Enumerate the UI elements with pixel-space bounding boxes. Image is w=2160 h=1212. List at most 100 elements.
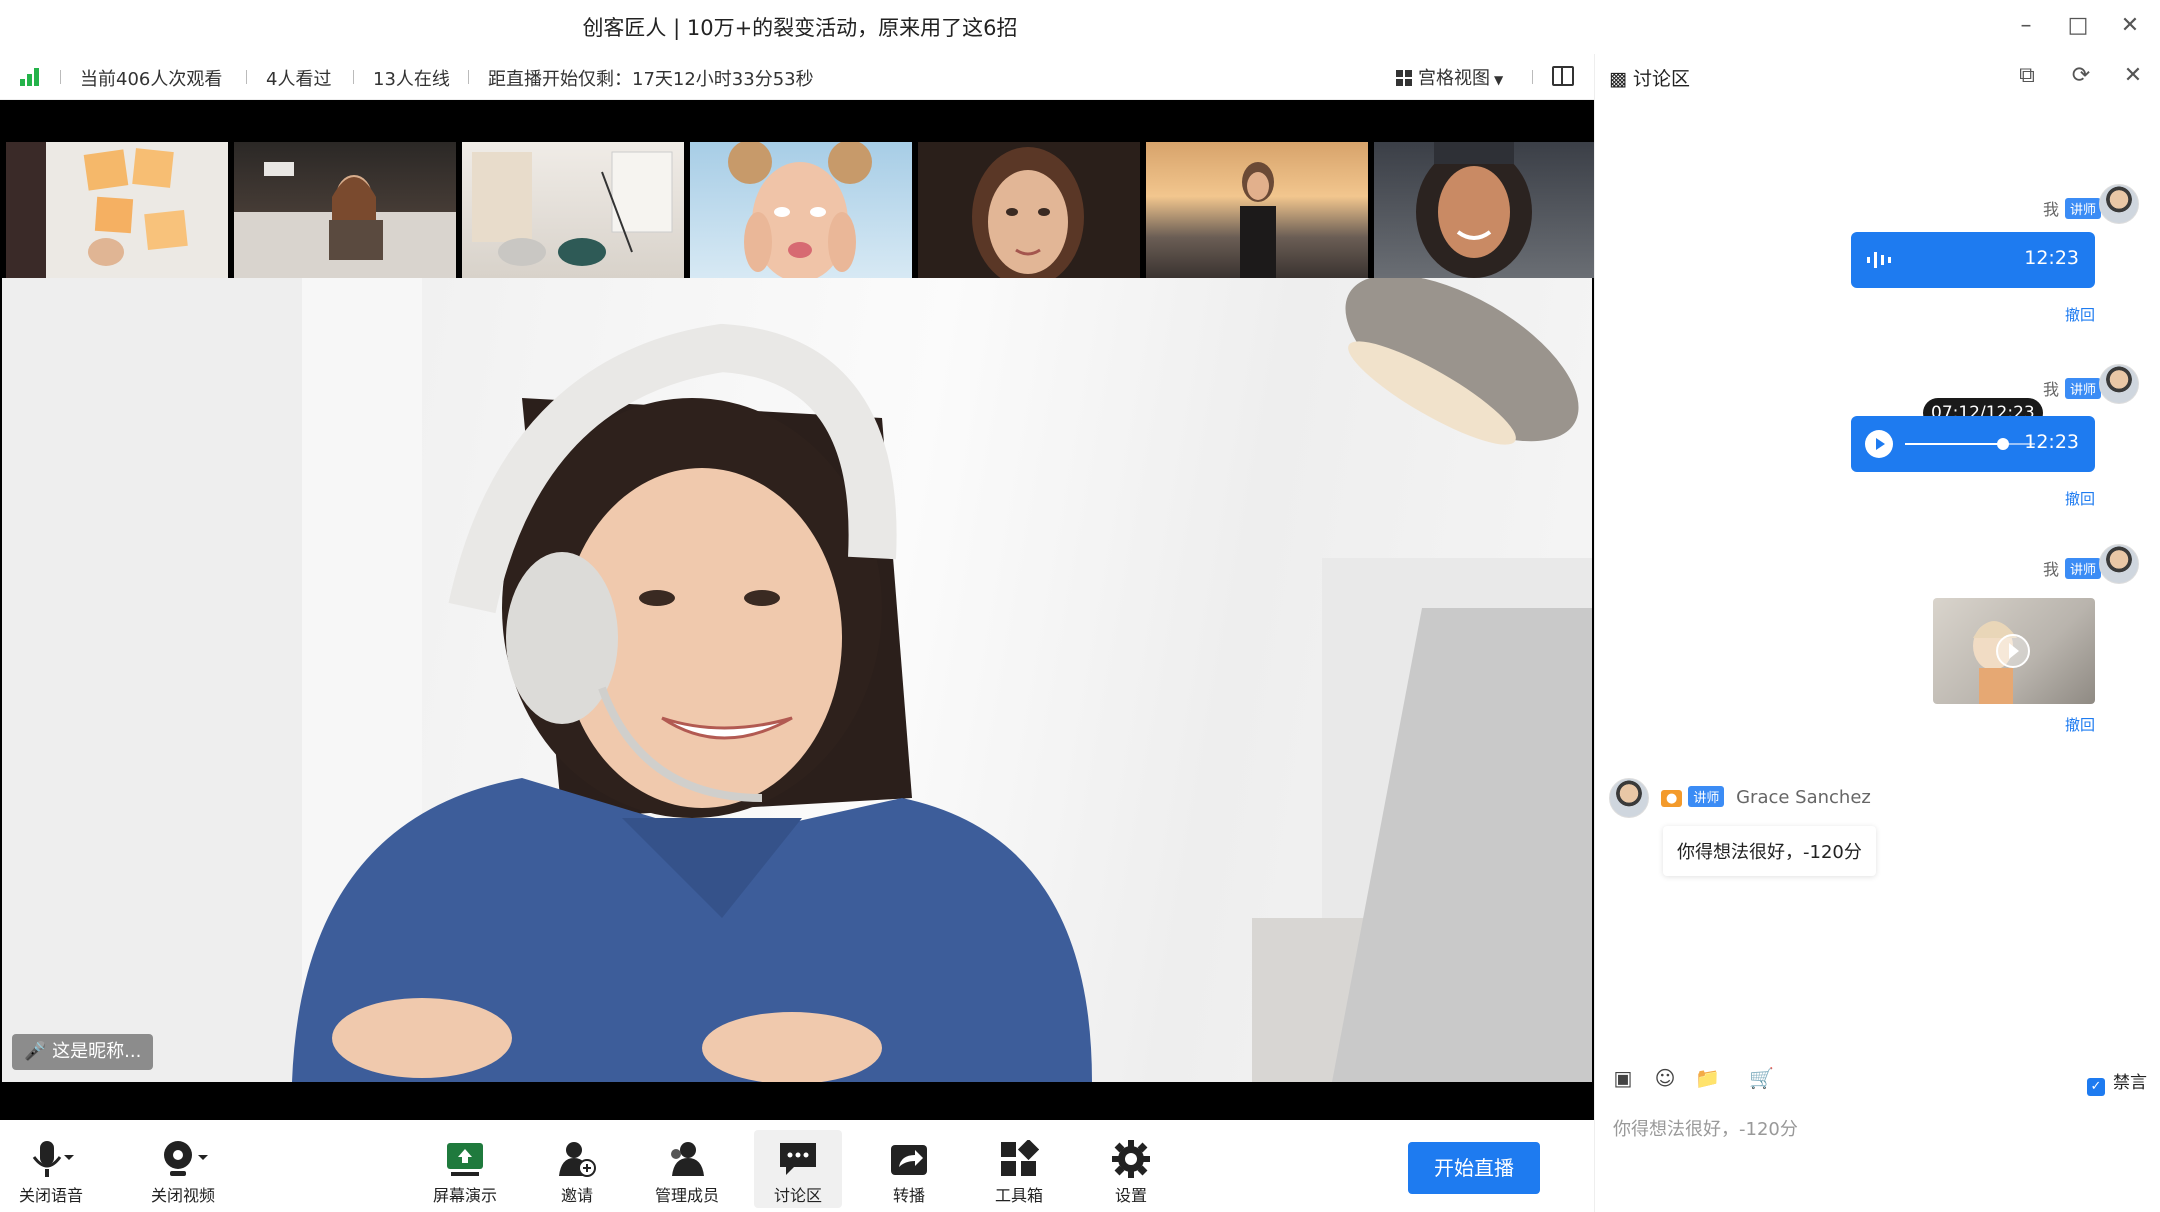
participant-thumbnail[interactable] [462,142,684,278]
close-icon[interactable]: ✕ [2116,12,2144,40]
microphone-icon: 🎤 [24,1041,47,1062]
window-title: 创客匠人 | 10万+的裂变活动，原来用了这6招 [582,16,1018,40]
text-message: 你得想法很好，-120分 [1663,826,1876,876]
grid-view-icon [1396,70,1412,86]
manage-members-button[interactable]: 管理成员 [642,1138,732,1206]
message-meta: 我讲师 [2043,376,2101,400]
bottom-toolbar: 关闭语音 关闭视频 屏幕演示 邀请 管理成员 讨论区 转播 工具箱 设置 开始直… [0,1120,1594,1212]
video-message[interactable] [1933,598,2095,704]
sender-name: 我 [2042,380,2059,399]
mute-video-button[interactable]: 关闭视频 [138,1138,228,1206]
speaker-nameplate: 🎤 这是昵称... [12,1034,154,1070]
voice-progress-handle[interactable] [1996,438,2009,450]
avatar [1609,778,1649,818]
chat-icon: ▩ [1609,68,1627,90]
invite-icon [559,1142,596,1177]
folder-icon[interactable]: 📁 [1695,1066,1720,1090]
gear-icon [1112,1140,1150,1178]
sender-name: 我 [2042,560,2059,579]
maximize-icon[interactable]: □ [2064,12,2092,40]
voice-duration: 12:23 [2024,247,2079,269]
avatar [2099,544,2139,584]
live-info-bar: 当前406人次观看 4人看过 13人在线 距直播开始仅剩：17天12小时33分5… [0,54,1594,100]
panel-header: ▩ 讨论区 ⧉ ⟳ ✕ [1595,54,2160,100]
participant-thumbnail[interactable] [690,142,912,278]
voice-progress-fill [1905,443,2003,445]
view-mode-label: 宫格视图 [1418,68,1490,89]
chat-bubble-icon [780,1143,816,1175]
toolbox-icon [1001,1140,1039,1176]
start-live-button[interactable]: 开始直播 [1408,1142,1540,1194]
refresh-icon[interactable]: ⟳ [2067,62,2095,90]
participant-thumbnail[interactable] [918,142,1140,278]
sender-name: Grace Sanchez [1736,787,1871,808]
sender-name: 我 [2042,200,2059,219]
speaker-name: 这是昵称... [52,1041,142,1062]
share-arrow-icon [891,1145,927,1175]
voice-message-playing[interactable]: 12:23 [1851,416,2095,472]
role-badge: 讲师 [2064,378,2101,399]
role-badge: 讲师 [2064,198,2101,219]
group-badge-icon: ● [1661,790,1683,807]
participant-thumbnail-strip [6,142,1596,278]
discussion-button[interactable]: 讨论区 [754,1130,842,1208]
mute-video-label: 关闭视频 [150,1186,215,1205]
manage-members-label: 管理成员 [654,1186,719,1205]
participant-thumbnail[interactable] [6,142,228,278]
camera-icon [164,1141,208,1176]
screen-share-button[interactable]: 屏幕演示 [420,1138,510,1206]
online-count: 13人在线 [373,69,450,90]
withdraw-link[interactable]: 撤回 [2065,714,2095,735]
forward-button[interactable]: 转播 [864,1138,954,1206]
panel-title-text: 讨论区 [1633,68,1691,90]
popout-icon[interactable]: ⧉ [2013,62,2041,90]
discussion-panel: ▩ 讨论区 ⧉ ⟳ ✕ 我讲师 12:23 撤回 我讲师 07:12/12:23… [1594,54,2160,1212]
message-meta: ● 讲师 Grace Sanchez [1661,786,1871,808]
mute-all-label: 禁言 [2113,1073,2147,1093]
checkbox-checked-icon: ✓ [2087,1078,2105,1096]
close-panel-icon[interactable]: ✕ [2119,62,2147,90]
mute-audio-button[interactable]: 关闭语音 [6,1138,96,1206]
invite-label: 邀请 [560,1186,593,1205]
forward-label: 转播 [892,1186,925,1205]
participant-thumbnail[interactable] [1374,142,1596,278]
avatar [2099,184,2139,224]
emoji-icon[interactable]: ☺ [1653,1066,1677,1090]
settings-button[interactable]: 设置 [1086,1138,1176,1206]
view-count: 当前406人次观看 [80,69,223,90]
role-badge: 讲师 [2064,558,2101,579]
voice-message[interactable]: 12:23 [1851,232,2095,288]
panel-title: ▩ 讨论区 [1609,64,1690,91]
voice-progress-track[interactable] [1905,438,2035,450]
withdraw-link[interactable]: 撤回 [2065,304,2095,325]
title-bar: 创客匠人 | 10万+的裂变活动，原来用了这6招 – □ ✕ [0,0,2160,54]
main-video[interactable] [2,278,1592,1082]
avatar [2099,364,2139,404]
minimize-icon[interactable]: – [2012,12,2040,40]
shopping-cart-icon[interactable]: 🛒 [1749,1066,1774,1090]
live-countdown: 距直播开始仅剩：17天12小时33分53秒 [488,69,814,90]
invite-button[interactable]: 邀请 [532,1138,622,1206]
participant-thumbnail[interactable] [234,142,456,278]
screen-share-icon [447,1143,483,1176]
image-icon[interactable]: ▣ [1611,1066,1635,1090]
message-meta: 我讲师 [2043,556,2101,580]
withdraw-link[interactable]: 撤回 [2065,488,2095,509]
message-input[interactable] [1613,1108,2143,1148]
role-badge: 讲师 [1688,786,1725,807]
composer-toolbar: ▣ ☺ 📁 🛒 ✓ 禁言 [1595,1054,2160,1104]
view-mode-dropdown[interactable]: 宫格视图 ▼ [1396,64,1503,90]
chat-messages: 我讲师 12:23 撤回 我讲师 07:12/12:23 12:23 撤回 我讲… [1595,114,2160,1054]
watched-count: 4人看过 [266,69,332,90]
discussion-label: 讨论区 [773,1186,822,1205]
message-meta: 我讲师 [2043,196,2101,220]
toolbox-button[interactable]: 工具箱 [974,1138,1064,1206]
video-stage: 🎤 这是昵称... [0,100,1596,1120]
play-icon [1865,430,1893,458]
screen-share-label: 屏幕演示 [432,1186,497,1205]
voice-wave-icon [1867,252,1891,268]
mute-all-checkbox[interactable]: ✓ 禁言 [2087,1068,2147,1096]
participant-thumbnail[interactable] [1146,142,1368,278]
toolbox-label: 工具箱 [994,1186,1043,1205]
sidebar-toggle-icon[interactable] [1552,66,1574,86]
